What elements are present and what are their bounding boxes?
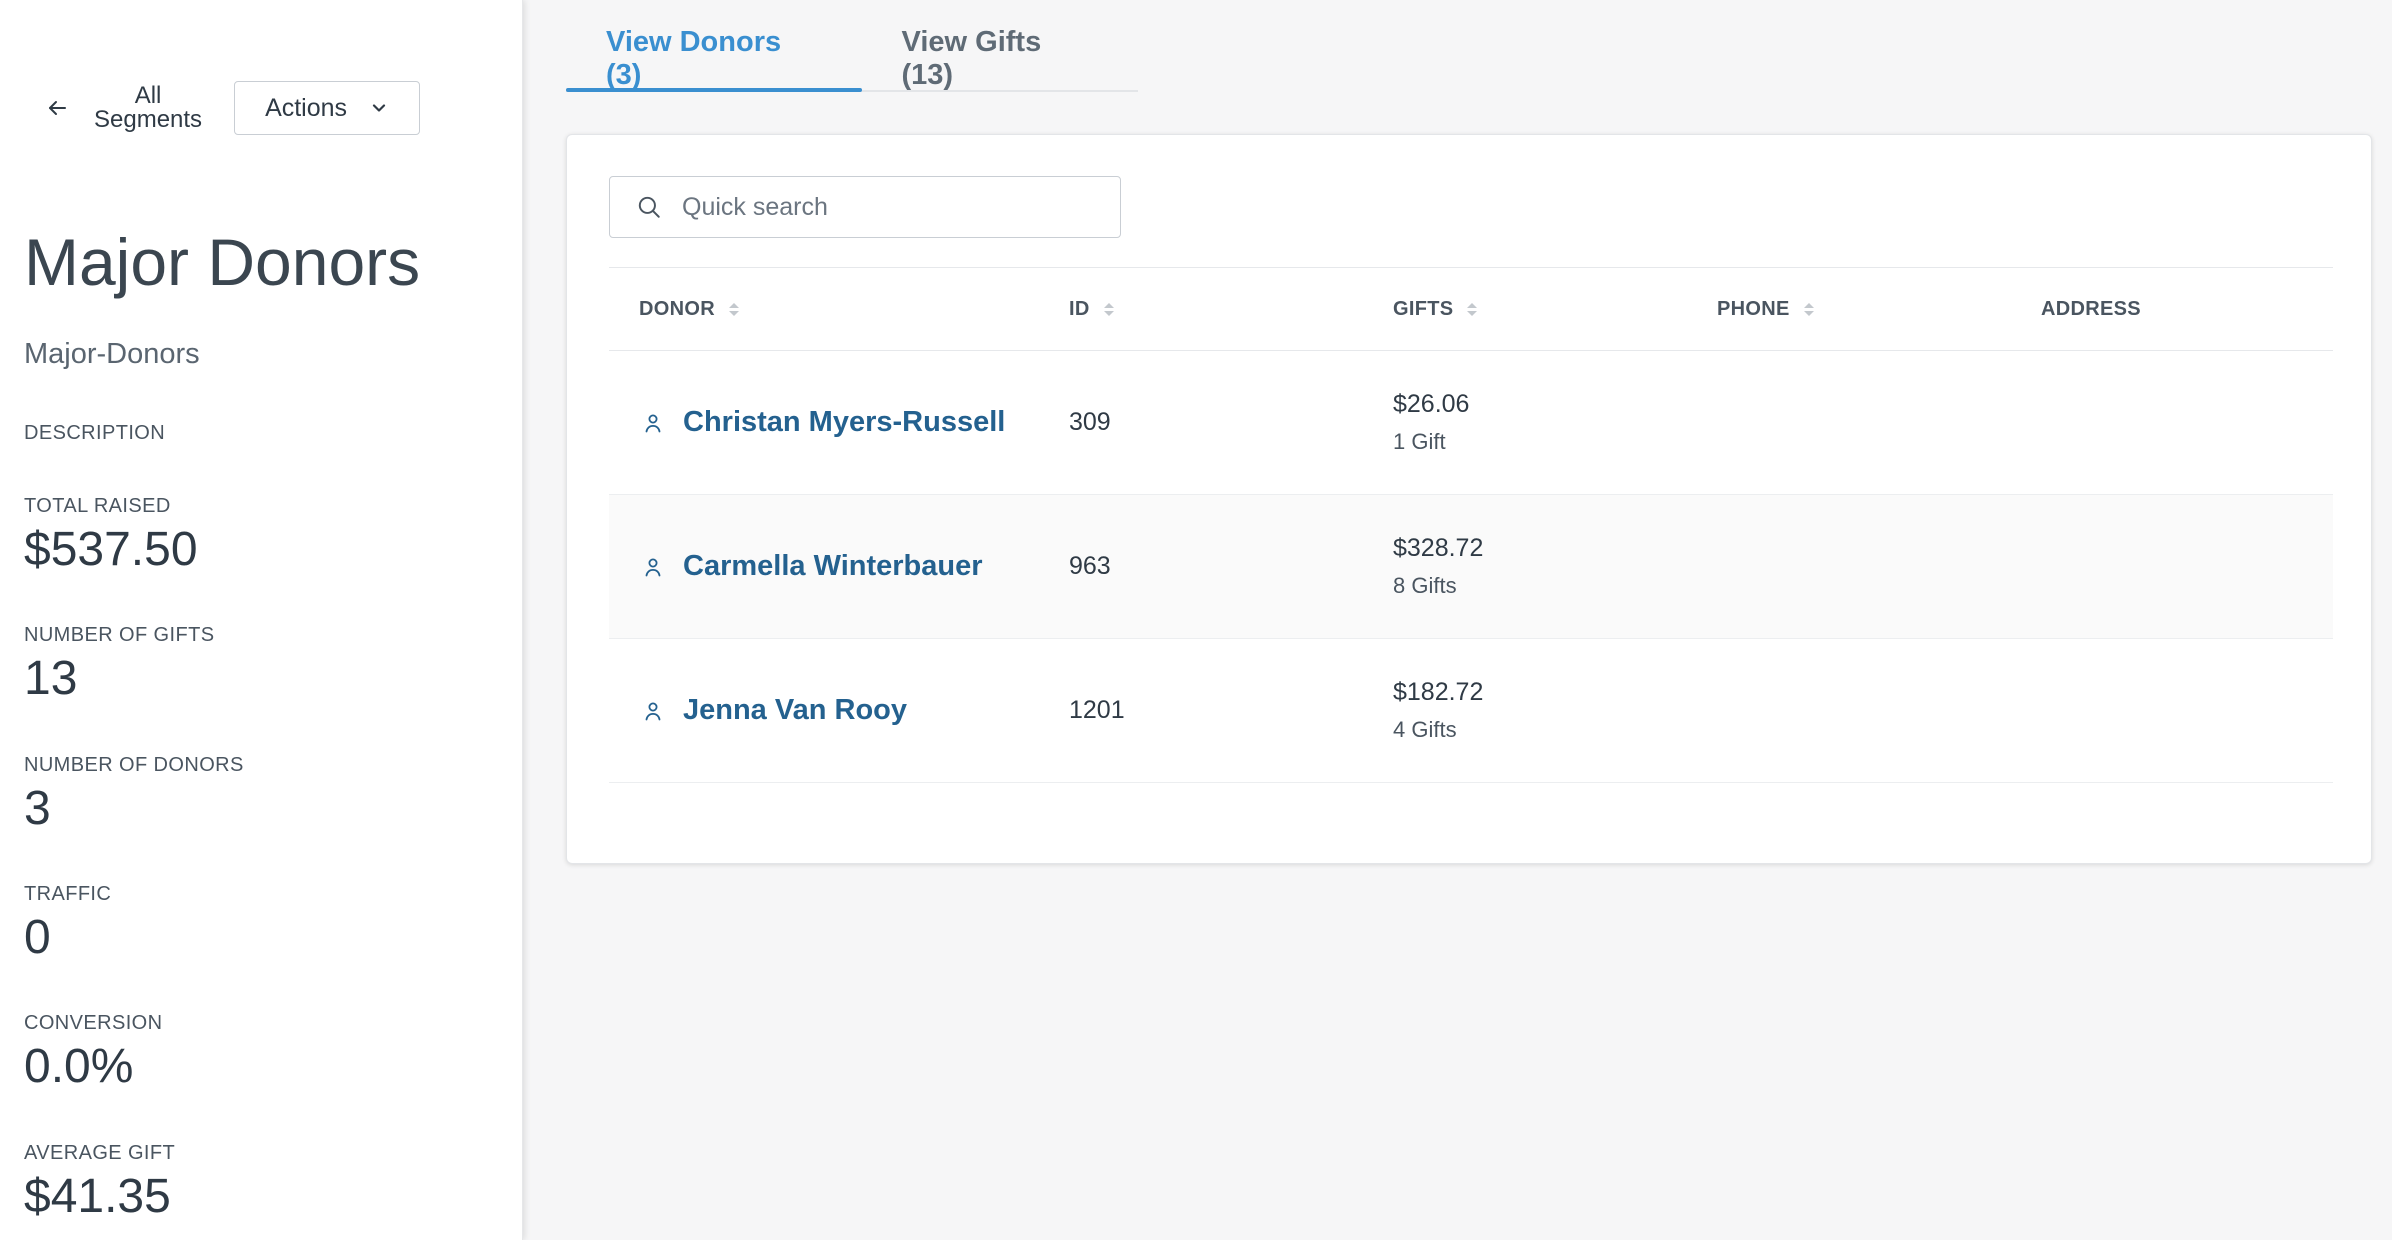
segment-sidebar: All Segments Actions Major Donors Major-… <box>0 0 523 1240</box>
gift-count: 1 Gift <box>1393 429 1446 454</box>
description-label: DESCRIPTION <box>24 422 166 444</box>
table-row: Christan Myers-Russell 309 $26.06 1 Gift <box>609 351 2333 495</box>
donor-name-link[interactable]: Carmella Winterbauer <box>683 550 983 583</box>
view-tabs: View Donors (3) View Gifts (13) <box>566 26 1138 92</box>
chevron-down-icon <box>369 98 389 118</box>
conversion-value: 0.0% <box>24 1040 134 1093</box>
number-of-donors-label: NUMBER OF DONORS <box>24 754 244 776</box>
total-raised-value: $537.50 <box>24 523 198 576</box>
total-raised-label: TOTAL RAISED <box>24 495 171 517</box>
gifts-cell: $26.06 1 Gift <box>1393 351 1469 494</box>
number-of-gifts-label: NUMBER OF GIFTS <box>24 624 215 646</box>
sidebar-topbar: All Segments Actions <box>40 80 421 136</box>
id-cell: 963 <box>1069 495 1111 638</box>
donor-name-link[interactable]: Christan Myers-Russell <box>683 406 1005 439</box>
sort-icon <box>1467 302 1478 316</box>
back-label-line1: All <box>134 82 162 109</box>
gift-count: 4 Gifts <box>1393 717 1457 742</box>
quick-search-box[interactable] <box>609 176 1121 238</box>
donors-card: DONOR ID GIFTS PHONE ADDRESS <box>566 134 2372 864</box>
donor-id: 309 <box>1069 408 1111 436</box>
donor-header-label: DONOR <box>639 297 715 320</box>
phone-header-label: PHONE <box>1717 297 1790 320</box>
donor-name-link[interactable]: Jenna Van Rooy <box>683 694 907 727</box>
traffic-label: TRAFFIC <box>24 883 112 905</box>
all-segments-label: All Segments <box>94 84 202 132</box>
number-of-gifts-value: 13 <box>24 652 78 705</box>
donors-table: DONOR ID GIFTS PHONE ADDRESS Christan My… <box>609 267 2333 783</box>
search-icon <box>636 194 662 220</box>
tab-view-gifts[interactable]: View Gifts (13) <box>862 26 1138 91</box>
actions-dropdown-button[interactable]: Actions <box>234 81 421 135</box>
column-header-gifts[interactable]: GIFTS <box>1393 268 1478 350</box>
id-header-label: ID <box>1069 297 1090 320</box>
all-segments-back-link[interactable]: All Segments <box>40 84 202 132</box>
person-icon <box>639 697 667 725</box>
page-title: Major Donors <box>24 225 421 299</box>
donor-cell: Christan Myers-Russell <box>639 351 1005 494</box>
id-cell: 309 <box>1069 351 1111 494</box>
traffic-value: 0 <box>24 911 51 964</box>
column-header-address: ADDRESS <box>2041 268 2141 350</box>
gift-amount: $182.72 <box>1393 678 1484 706</box>
gift-count: 8 Gifts <box>1393 573 1457 598</box>
table-row: Jenna Van Rooy 1201 $182.72 4 Gifts <box>609 639 2333 783</box>
gifts-cell: $182.72 4 Gifts <box>1393 639 1483 782</box>
column-header-phone[interactable]: PHONE <box>1717 268 1814 350</box>
segment-slug: Major-Donors <box>24 338 200 370</box>
actions-label: Actions <box>265 93 348 122</box>
sort-icon <box>1803 302 1814 316</box>
column-header-donor[interactable]: DONOR <box>639 268 739 350</box>
sort-icon <box>728 302 739 316</box>
tab-view-donors[interactable]: View Donors (3) <box>566 26 862 92</box>
person-icon <box>639 553 667 581</box>
table-header: DONOR ID GIFTS PHONE ADDRESS <box>609 267 2333 351</box>
gift-amount: $328.72 <box>1393 534 1484 562</box>
average-gift-value: $41.35 <box>24 1170 171 1223</box>
number-of-donors-value: 3 <box>24 782 51 835</box>
donor-id: 1201 <box>1069 696 1125 724</box>
gift-amount: $26.06 <box>1393 390 1470 418</box>
table-row: Carmella Winterbauer 963 $328.72 8 Gifts <box>609 495 2333 639</box>
column-header-id[interactable]: ID <box>1069 268 1114 350</box>
average-gift-label: AVERAGE GIFT <box>24 1142 176 1164</box>
sort-icon <box>1103 302 1114 316</box>
donor-cell: Jenna Van Rooy <box>639 639 907 782</box>
donor-id: 963 <box>1069 552 1111 580</box>
person-icon <box>639 409 667 437</box>
arrow-left-icon <box>40 91 74 125</box>
donor-cell: Carmella Winterbauer <box>639 495 983 638</box>
id-cell: 1201 <box>1069 639 1125 782</box>
gifts-header-label: GIFTS <box>1393 297 1454 320</box>
address-header-label: ADDRESS <box>2041 297 2141 320</box>
quick-search-input[interactable] <box>680 191 1104 223</box>
back-label-line2: Segments <box>94 106 203 133</box>
gifts-cell: $328.72 8 Gifts <box>1393 495 1483 638</box>
conversion-label: CONVERSION <box>24 1012 163 1034</box>
